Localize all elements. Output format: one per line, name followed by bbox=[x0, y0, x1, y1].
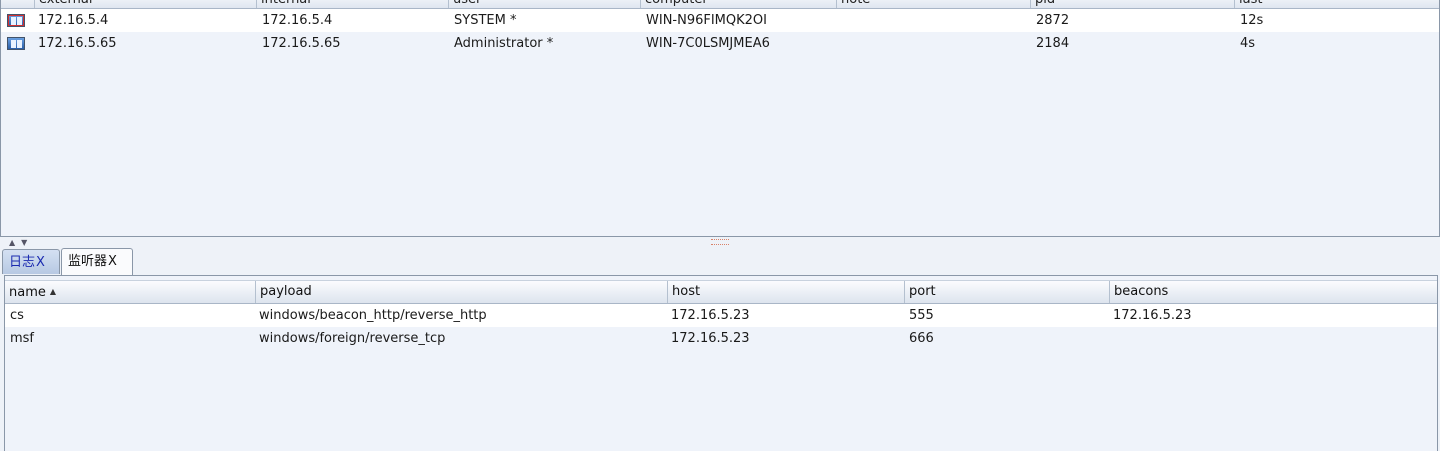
listener-beacons: 172.16.5.23 bbox=[1113, 308, 1192, 323]
listener-host: 172.16.5.23 bbox=[671, 308, 750, 323]
column-header-user[interactable]: user bbox=[448, 0, 640, 8]
splitter-grip[interactable] bbox=[711, 239, 729, 245]
beacon-last: 12s bbox=[1240, 13, 1264, 28]
column-header-pid[interactable]: pid bbox=[1030, 0, 1234, 8]
listener-port: 666 bbox=[909, 331, 934, 346]
column-header-internal[interactable]: internal bbox=[256, 0, 448, 8]
column-header-note[interactable]: note bbox=[836, 0, 1030, 8]
column-header-last[interactable]: last bbox=[1234, 0, 1439, 8]
column-header-name-label: name bbox=[9, 285, 46, 300]
listeners-table-header: name ▲ payload host port beacons bbox=[5, 280, 1437, 304]
beacon-user: Administrator * bbox=[454, 36, 554, 51]
sort-ascending-icon: ▲ bbox=[49, 287, 57, 296]
tab-log-close-button[interactable]: X bbox=[36, 255, 45, 270]
beacon-internal: 172.16.5.65 bbox=[262, 36, 341, 51]
column-header-host[interactable]: host bbox=[667, 281, 904, 303]
tab-listeners-close-button[interactable]: X bbox=[108, 254, 117, 269]
column-header-computer[interactable]: computer bbox=[640, 0, 836, 8]
listener-name: cs bbox=[10, 308, 24, 323]
listener-payload: windows/beacon_http/reverse_http bbox=[259, 308, 487, 323]
listener-name: msf bbox=[10, 331, 35, 346]
column-header-payload[interactable]: payload bbox=[255, 281, 667, 303]
column-header-external[interactable]: external bbox=[34, 0, 256, 8]
listener-host: 172.16.5.23 bbox=[671, 331, 750, 346]
tab-listeners-label: 监听器 bbox=[68, 254, 108, 269]
beacon-computer: WIN-N96FIMQK2OI bbox=[646, 13, 767, 28]
beacon-row[interactable]: 172.16.5.65 172.16.5.65 Administrator * … bbox=[1, 32, 1439, 55]
beacon-external: 172.16.5.65 bbox=[38, 36, 117, 51]
column-header-port[interactable]: port bbox=[904, 281, 1109, 303]
tab-log[interactable]: 日志X bbox=[2, 249, 60, 274]
column-header-beacons[interactable]: beacons bbox=[1109, 281, 1437, 303]
windows-session-icon bbox=[7, 14, 25, 27]
column-header-name[interactable]: name ▲ bbox=[5, 281, 255, 303]
beacon-user: SYSTEM * bbox=[454, 13, 517, 28]
splitter-collapse-arrows[interactable]: ▲▼ bbox=[9, 238, 33, 247]
listener-port: 555 bbox=[909, 308, 934, 323]
beacon-internal: 172.16.5.4 bbox=[262, 13, 333, 28]
beacon-external: 172.16.5.4 bbox=[38, 13, 109, 28]
listener-row[interactable]: cs windows/beacon_http/reverse_http 172.… bbox=[5, 304, 1437, 327]
beacon-computer: WIN-7C0LSMJMEA6 bbox=[646, 36, 770, 51]
beacon-pid: 2872 bbox=[1036, 13, 1070, 28]
beacon-last: 4s bbox=[1240, 36, 1256, 51]
tab-log-label: 日志 bbox=[9, 255, 36, 270]
beacons-panel: external internal user computer note pid… bbox=[0, 0, 1440, 237]
beacon-row[interactable]: 172.16.5.4 172.16.5.4 SYSTEM * WIN-N96FI… bbox=[1, 9, 1439, 32]
windows-session-icon bbox=[7, 37, 25, 50]
listener-payload: windows/foreign/reverse_tcp bbox=[259, 331, 446, 346]
listener-row[interactable]: msf windows/foreign/reverse_tcp 172.16.5… bbox=[5, 327, 1437, 350]
listeners-panel: name ▲ payload host port beacons cs windo… bbox=[4, 275, 1438, 451]
beacon-pid: 2184 bbox=[1036, 36, 1070, 51]
beacons-table-header: external internal user computer note pid… bbox=[1, 0, 1439, 9]
tab-listeners[interactable]: 监听器X bbox=[61, 248, 133, 275]
